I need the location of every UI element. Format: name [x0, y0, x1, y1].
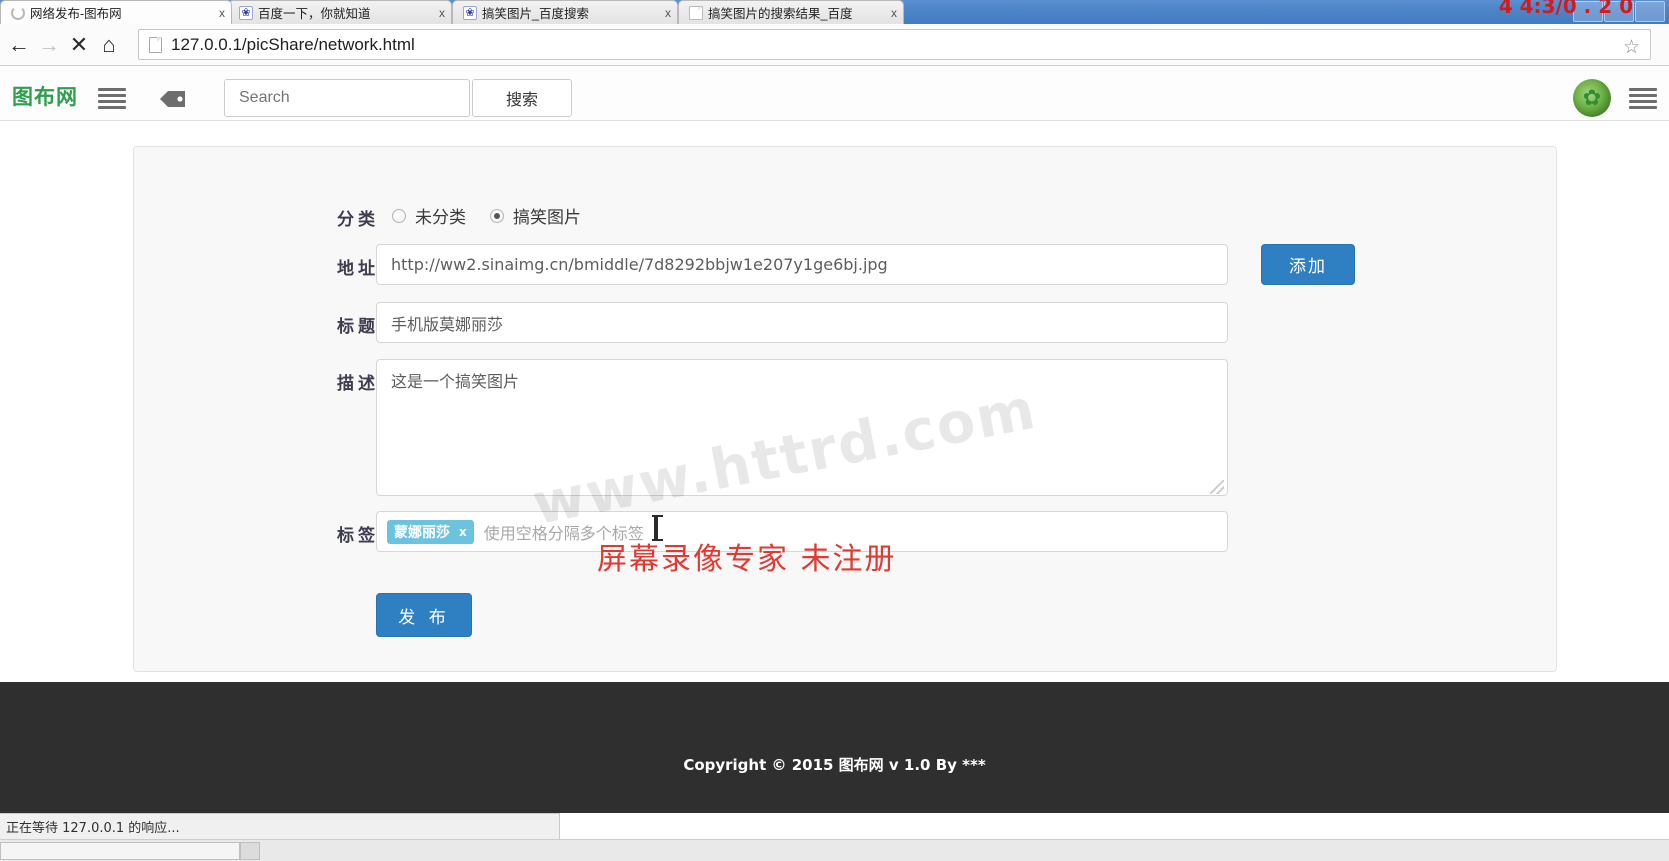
- address-bar-url: 127.0.0.1/picShare/network.html: [171, 34, 415, 54]
- site-header: 图布网 搜索 ✿: [0, 66, 1669, 121]
- page-info-icon[interactable]: [149, 36, 162, 53]
- tags-placeholder: 使用空格分隔多个标签: [483, 523, 644, 543]
- radio-label: 搞笑图片: [513, 208, 581, 228]
- forward-icon[interactable]: →: [34, 33, 64, 56]
- taskbar-item-secondary[interactable]: [240, 842, 260, 860]
- tab-close-icon[interactable]: x: [219, 6, 225, 20]
- stop-icon[interactable]: ✕: [64, 33, 94, 56]
- text-cursor: [652, 515, 663, 541]
- search-button[interactable]: 搜索: [472, 79, 572, 117]
- bookmark-star-icon[interactable]: ☆: [1623, 36, 1640, 59]
- search-input[interactable]: [224, 79, 470, 117]
- publish-form-panel: 分类 未分类 搞笑图片 地址 添加 标题 描: [133, 146, 1557, 672]
- tab-strip: 网络发布-图布网 x ❀ 百度一下，你就知道 x ❀ 搞笑图片_百度搜索 x 搞…: [0, 0, 1669, 24]
- baidu-paw-icon: ❀: [239, 5, 253, 20]
- browser-navigation-bar: ← → ✕ ⌂ 127.0.0.1/picShare/network.html …: [0, 24, 1669, 66]
- tab-title: 网络发布-图布网: [30, 7, 122, 21]
- tags-input[interactable]: 蒙娜丽莎 x 使用空格分隔多个标签: [376, 511, 1228, 552]
- title-label: 标题: [337, 317, 379, 337]
- tab-title: 百度一下，你就知道: [258, 7, 371, 21]
- status-bar-text: 正在等待 127.0.0.1 的响应...: [6, 821, 180, 836]
- site-logo[interactable]: 图布网: [12, 81, 78, 111]
- browser-tab-1[interactable]: 网络发布-图布网 x: [0, 0, 232, 24]
- browser-tab-4[interactable]: 搞笑图片的搜索结果_百度 x: [678, 0, 904, 24]
- add-button[interactable]: 添加: [1261, 244, 1355, 285]
- address-bar[interactable]: 127.0.0.1/picShare/network.html ☆: [138, 29, 1651, 60]
- tag-chip-label: 蒙娜丽莎: [394, 524, 450, 541]
- description-label: 描述: [337, 374, 379, 394]
- tab-title: 搞笑图片_百度搜索: [482, 7, 589, 21]
- loading-spinner-icon: [11, 5, 25, 20]
- browser-chrome: 4 4:3/0 . 2 0 网络发布-图布网 x ❀ 百度一下，你就知道 x ❀…: [0, 0, 1669, 66]
- radio-dot-icon[interactable]: [490, 208, 504, 223]
- browser-tab-2[interactable]: ❀ 百度一下，你就知道 x: [228, 0, 452, 24]
- hamburger-icon[interactable]: [1629, 88, 1657, 109]
- tag-icon[interactable]: [158, 90, 188, 108]
- tag-remove-icon[interactable]: x: [459, 525, 467, 539]
- clover-icon: ✿: [1582, 85, 1602, 110]
- footer-copyright: Copyright © 2015 图布网 v 1.0 By ***: [683, 756, 986, 774]
- radio-option-funny-pictures[interactable]: 搞笑图片: [490, 203, 581, 228]
- avatar[interactable]: ✿: [1573, 79, 1611, 117]
- back-icon[interactable]: ←: [4, 33, 34, 56]
- address-input[interactable]: [376, 244, 1228, 285]
- browser-tab-3[interactable]: ❀ 搞笑图片_百度搜索 x: [452, 0, 678, 24]
- taskbar-item[interactable]: [0, 842, 240, 860]
- publish-button[interactable]: 发 布: [376, 593, 472, 637]
- description-textarea[interactable]: [376, 359, 1228, 496]
- tab-close-icon[interactable]: x: [665, 6, 671, 20]
- site-footer: Copyright © 2015 图布网 v 1.0 By ***: [0, 682, 1669, 813]
- tab-title: 搞笑图片的搜索结果_百度: [708, 7, 853, 21]
- tab-close-icon[interactable]: x: [891, 6, 897, 20]
- baidu-paw-icon: ❀: [463, 5, 477, 20]
- home-icon[interactable]: ⌂: [94, 33, 124, 56]
- page-body: 分类 未分类 搞笑图片 地址 添加 标题 描: [0, 121, 1669, 682]
- tag-chip[interactable]: 蒙娜丽莎 x: [387, 519, 474, 544]
- page-icon: [689, 5, 703, 20]
- address-label: 地址: [337, 259, 379, 279]
- browser-status-bar: 正在等待 127.0.0.1 的响应...: [0, 813, 560, 839]
- category-label: 分类: [337, 210, 379, 230]
- category-radio-group[interactable]: 未分类 搞笑图片: [392, 203, 605, 228]
- tags-label: 标签: [337, 526, 379, 546]
- title-input[interactable]: [376, 302, 1228, 343]
- radio-option-uncategorized[interactable]: 未分类: [392, 203, 466, 228]
- hamburger-icon[interactable]: [98, 88, 126, 109]
- os-taskbar: [0, 839, 1669, 861]
- radio-dot-icon[interactable]: [392, 208, 406, 223]
- radio-label: 未分类: [415, 208, 466, 228]
- tab-close-icon[interactable]: x: [439, 6, 445, 20]
